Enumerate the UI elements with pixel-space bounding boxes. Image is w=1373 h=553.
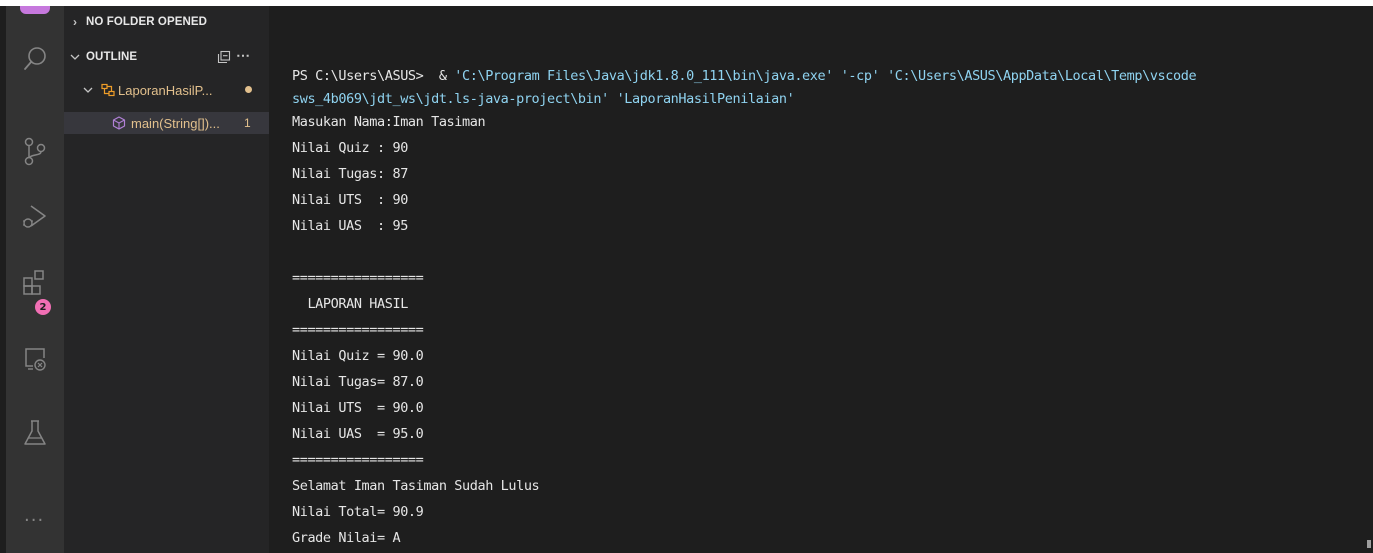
chevron-down-icon (83, 87, 93, 93)
classpath-part-1: 'C:\Users\ASUS\AppData\Local\Temp\vscode (887, 68, 1197, 84)
no-folder-section-header[interactable]: › NO FOLDER OPENED (64, 11, 269, 33)
testing-icon[interactable] (20, 418, 50, 448)
terminal-output-line: ================= (292, 322, 424, 338)
outline-section-header[interactable]: OUTLINE ⋯ (64, 46, 269, 68)
terminal-output-line: ================= (292, 270, 424, 286)
outline-label: OUTLINE (86, 51, 138, 63)
method-icon (112, 116, 126, 130)
chevron-down-icon (70, 54, 80, 60)
terminal-output-line: Nilai UAS = 95.0 (292, 426, 424, 442)
terminal-output-line: Grade Nilai= A (292, 530, 401, 546)
extensions-badge: 2 (35, 299, 51, 315)
terminal-output-line: Nilai Quiz = 90.0 (292, 348, 424, 364)
extensions-icon[interactable] (20, 268, 50, 298)
more-icon[interactable]: ··· (24, 510, 44, 531)
terminal-output-line: ================= (292, 452, 424, 468)
no-folder-label: NO FOLDER OPENED (86, 16, 208, 28)
source-control-icon[interactable] (20, 136, 50, 166)
terminal-output-line: Nilai Quiz : 90 (292, 140, 408, 156)
terminal-panel[interactable]: PS C:\Users\ASUS> & 'C:\Program Files\Ja… (269, 6, 1373, 553)
terminal-output-line: Nilai Tugas: 87 (292, 166, 408, 182)
classpath-part-2: sws_4b069\jdt_ws\jdt.ls-java-project\bin… (292, 91, 609, 107)
terminal-output-line: Nilai UTS : 90 (292, 192, 408, 208)
terminal-output-line: LAPORAN HASIL (292, 296, 408, 312)
terminal-command-line-1: PS C:\Users\ASUS> & 'C:\Program Files\Ja… (292, 65, 1197, 87)
chevron-right-icon: › (72, 15, 78, 29)
sidebar: › NO FOLDER OPENED OUTLINE ⋯ LaporanHasi… (64, 6, 269, 553)
collapse-all-icon[interactable] (217, 50, 231, 64)
terminal-output-line: Nilai UAS : 95 (292, 218, 408, 234)
terminal-output-line: Selamat Iman Tasiman Sudah Lulus (292, 478, 540, 494)
method-label: main(String[])... (131, 115, 220, 131)
java-exe-path: 'C:\Program Files\Java\jdk1.8.0_111\bin\… (454, 68, 833, 84)
terminal-scrollbar[interactable] (1367, 540, 1371, 548)
search-icon[interactable] (20, 44, 50, 74)
terminal-output-line: Nilai Tugas= 87.0 (292, 374, 424, 390)
outline-item-class[interactable]: LaporanHasilP... (64, 79, 269, 101)
terminal-output-line: Nilai Total= 90.9 (292, 504, 424, 520)
activity-bar: 2 ··· (6, 6, 64, 553)
problem-count: 1 (244, 116, 251, 130)
remote-explorer-icon[interactable] (20, 344, 50, 374)
main-class-name: 'LaporanHasilPenilaian' (616, 91, 795, 107)
terminal-command-line-2: sws_4b069\jdt_ws\jdt.ls-java-project\bin… (292, 88, 795, 110)
outline-item-method[interactable]: main(String[])... 1 (64, 112, 269, 134)
terminal-output-line: Masukan Nama:Iman Tasiman (292, 114, 486, 130)
terminal-output-line: Nilai UTS = 90.0 (292, 400, 424, 416)
active-indicator (20, 6, 50, 14)
more-actions-icon[interactable]: ⋯ (236, 47, 250, 64)
class-label: LaporanHasilP... (118, 82, 213, 98)
vscode-window: 2 ··· › NO FOLDER OPENED OUTLINE ⋯ Lapor… (0, 0, 1373, 553)
modified-dot-icon (245, 86, 252, 93)
terminal-prompt: PS C:\Users\ASUS> & (292, 68, 455, 84)
class-icon (101, 83, 115, 97)
run-debug-icon[interactable] (20, 202, 50, 232)
cp-flag: '-cp' (840, 68, 880, 84)
